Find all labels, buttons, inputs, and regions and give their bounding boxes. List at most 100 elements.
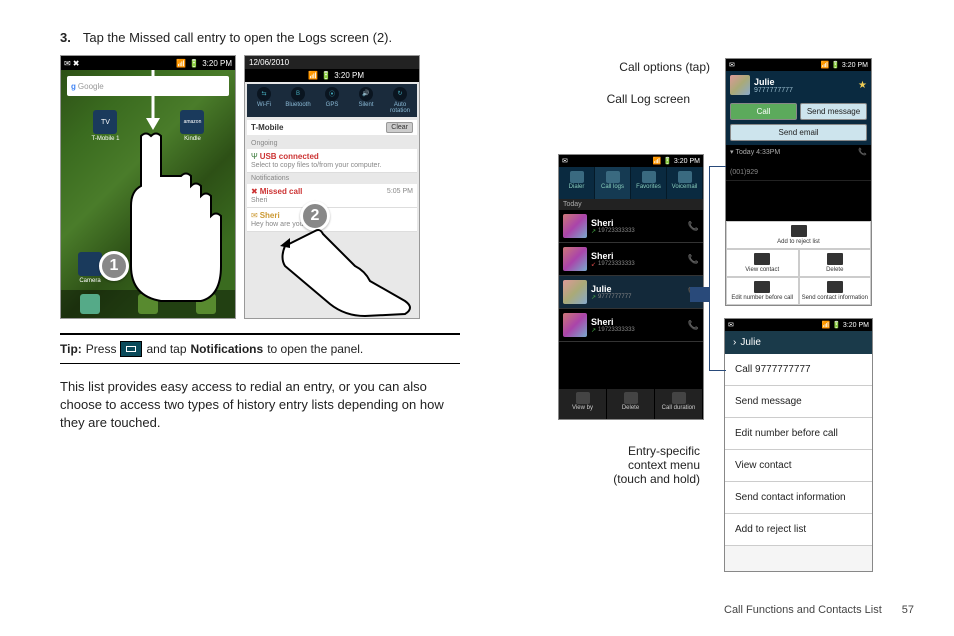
mail-icon: ✉ xyxy=(729,61,735,69)
tip-box: Tip: Press and tap Notifications to open… xyxy=(60,333,460,364)
search-hint: Google xyxy=(78,82,104,91)
tab-voicemail[interactable]: Voicemail xyxy=(667,167,703,199)
highlight-marker xyxy=(690,287,710,302)
signal-icon: 📶 xyxy=(821,321,830,329)
menu-key-icon xyxy=(120,341,142,357)
outgoing-arrow-icon: ↗ xyxy=(591,228,596,235)
rotation-toggle[interactable]: ↻Auto rotation xyxy=(383,87,417,114)
google-icon: g xyxy=(71,82,76,91)
usb-notification[interactable]: Ψ USB connected Select to copy files to/… xyxy=(247,149,417,173)
view-contact-button[interactable]: View contact xyxy=(726,249,799,277)
body-paragraph: This list provides easy access to redial… xyxy=(60,378,460,433)
dock-phone-icon[interactable] xyxy=(80,294,100,314)
menu-send-message[interactable]: Send message xyxy=(725,386,872,418)
app-label: Market xyxy=(197,278,215,284)
step-number: 3. xyxy=(60,30,71,45)
menu-add-reject[interactable]: Add to reject list xyxy=(725,514,872,546)
label-call-log: Call Log screen xyxy=(570,92,690,106)
delete-button[interactable]: Delete xyxy=(607,389,655,419)
menu-view-contact[interactable]: View contact xyxy=(725,450,872,482)
favorite-star-icon[interactable]: ★ xyxy=(858,80,867,91)
menu-edit-number[interactable]: Edit number before call xyxy=(725,418,872,450)
call-log-entry[interactable]: Julie ↗9777777777 📞 xyxy=(559,276,703,309)
bluetooth-toggle[interactable]: BBluetooth xyxy=(281,87,315,114)
contact-avatar xyxy=(563,247,587,271)
call-button[interactable]: Call xyxy=(730,103,797,120)
quick-toggles: ⇆Wi-Fi BBluetooth ⦿GPS 🔊Silent ↻Auto rot… xyxy=(247,84,417,117)
mail-icon: ✉ xyxy=(64,59,71,68)
silent-toggle[interactable]: 🔊Silent xyxy=(349,87,383,114)
phone-home: ✉✖ 📶 🔋 3:20 PM g Google TV xyxy=(60,55,236,319)
battery-icon: 🔋 xyxy=(189,59,199,68)
home-app-icon[interactable]: amazon xyxy=(180,110,204,134)
today-row[interactable]: ▾Today 4:33PM 📞 xyxy=(726,145,871,159)
dock xyxy=(61,290,235,318)
status-time: 3:20 PM xyxy=(202,59,232,68)
send-contact-button[interactable]: Send contact information xyxy=(799,277,872,305)
section-notifications: Notifications xyxy=(247,173,417,184)
message-icon: ✉ xyxy=(251,211,258,220)
incoming-arrow-icon: ↙ xyxy=(591,261,596,268)
call-duration-button[interactable]: Call duration xyxy=(655,389,703,419)
edit-number-button[interactable]: Edit number before call xyxy=(726,277,799,305)
call-button-icon[interactable]: 📞 xyxy=(688,254,699,265)
message-notification[interactable]: ✉ Sheri Hey how are you xyxy=(247,208,417,232)
status-bar: ✉✖ 📶 🔋 3:20 PM xyxy=(61,56,235,70)
call-log-entry[interactable]: Sheri ↗19723333333 📞 xyxy=(559,309,703,342)
connector-line xyxy=(709,294,710,370)
delete-button[interactable]: Delete xyxy=(799,249,872,277)
call-log-entry[interactable]: Sheri ↙19723333333 📞 xyxy=(559,243,703,276)
missed-call-notification[interactable]: ✖ Missed call 5:05 PM Sheri xyxy=(247,184,417,208)
tip-text: to open the panel. xyxy=(267,342,363,356)
battery-icon: 🔋 xyxy=(831,61,840,69)
app-label: T-Mobile 1 xyxy=(91,136,119,142)
call-button-icon[interactable]: 📞 xyxy=(688,320,699,331)
dock-contacts-icon[interactable] xyxy=(196,294,216,314)
panel-date: 12/06/2010 xyxy=(245,56,419,69)
x-icon: ✖ xyxy=(73,59,80,68)
call-log-entry[interactable]: Sheri ↗19723333333 📞 xyxy=(559,210,703,243)
outgoing-arrow-icon: ↗ xyxy=(591,327,596,334)
gps-toggle[interactable]: ⦿GPS xyxy=(315,87,349,114)
step: 3. Tap the Missed call entry to open the… xyxy=(60,30,460,45)
tab-dialer[interactable]: Dialer xyxy=(559,167,595,199)
home-app-icon[interactable] xyxy=(194,252,218,276)
add-to-reject-button[interactable]: Add to reject list xyxy=(726,221,871,249)
contact-avatar xyxy=(563,280,587,304)
signal-icon: 📶 xyxy=(176,59,186,68)
tab-favorites[interactable]: Favorites xyxy=(631,167,667,199)
menu-send-contact[interactable]: Send contact information xyxy=(725,482,872,514)
battery-icon: 🔋 xyxy=(663,157,672,165)
today-header: Today xyxy=(559,199,703,210)
view-by-button[interactable]: View by xyxy=(559,389,607,419)
call-button-icon[interactable]: 📞 xyxy=(688,221,699,232)
tab-call-logs[interactable]: Call logs xyxy=(595,167,631,199)
status-bar: ✉ 📶 🔋 3:20 PM xyxy=(559,155,703,167)
tip-text: Press xyxy=(86,342,117,356)
page-footer: Call Functions and Contacts List 57 xyxy=(724,604,914,616)
screenshots-row: ✉✖ 📶 🔋 3:20 PM g Google TV xyxy=(60,55,460,319)
menu-call[interactable]: Call 9777777777 xyxy=(725,354,872,386)
battery-icon: 🔋 xyxy=(321,71,331,80)
contact-avatar xyxy=(730,75,750,95)
send-email-button[interactable]: Send email xyxy=(730,124,867,141)
signal-icon: 📶 xyxy=(820,61,829,69)
call-log-bottom-bar: View by Delete Call duration xyxy=(559,389,703,419)
clear-button[interactable]: Clear xyxy=(386,122,413,133)
phone-call-log: ✉ 📶 🔋 3:20 PM Dialer Call logs Favorites… xyxy=(558,154,704,420)
dock-apps-icon[interactable] xyxy=(138,294,158,314)
mail-icon: ✉ xyxy=(728,321,734,329)
tip-text: Notifications xyxy=(191,342,264,356)
send-message-button[interactable]: Send message xyxy=(800,103,867,120)
status-bar: ✉ 📶 🔋 3:20 PM xyxy=(726,59,871,71)
contact-header: Julie 9777777777 ★ xyxy=(726,71,871,99)
home-app-icon[interactable] xyxy=(136,252,160,276)
battery-icon: 🔋 xyxy=(832,321,841,329)
wifi-toggle[interactable]: ⇆Wi-Fi xyxy=(247,87,281,114)
page-number: 57 xyxy=(902,604,914,616)
outgoing-arrow-icon: ↗ xyxy=(591,294,596,301)
home-app-icon[interactable]: TV xyxy=(93,110,117,134)
search-bar[interactable]: g Google xyxy=(67,76,229,96)
status-time: 3:20 PM xyxy=(334,71,364,80)
contact-name: Julie xyxy=(754,77,854,87)
